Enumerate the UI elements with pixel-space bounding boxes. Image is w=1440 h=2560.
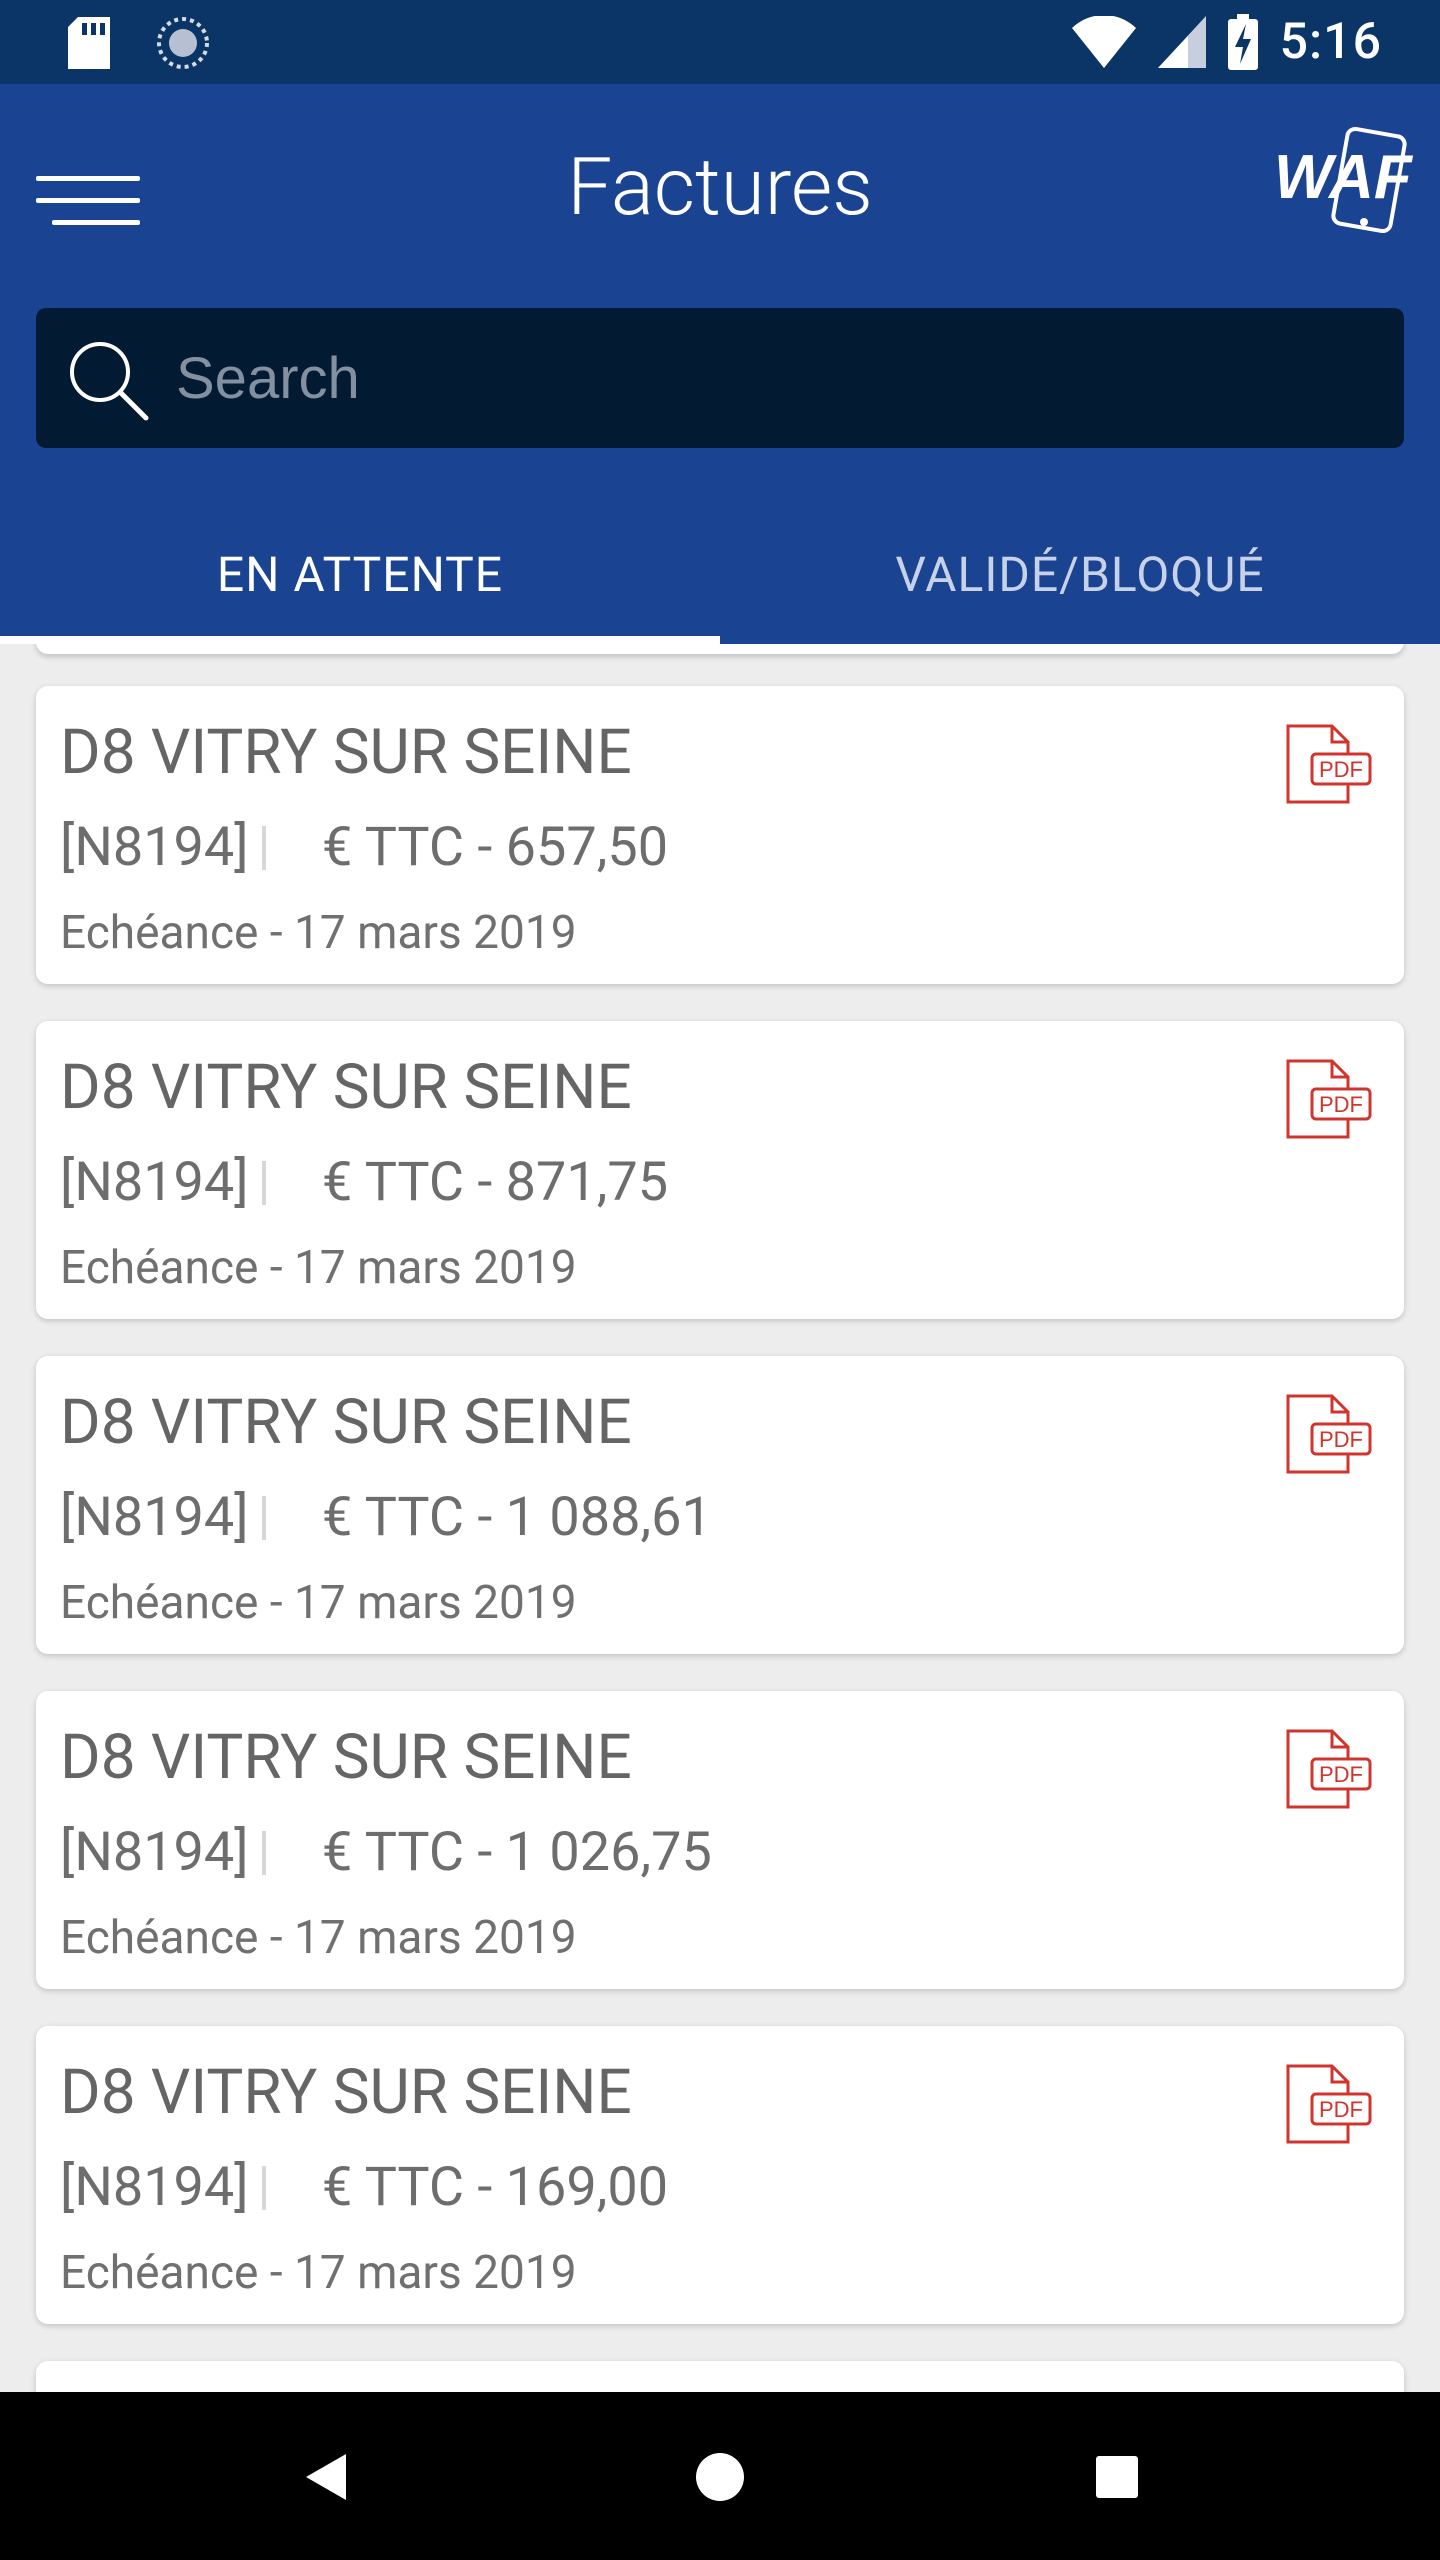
- pdf-icon[interactable]: PDF: [1284, 722, 1374, 806]
- invoice-ref: [N8194]: [60, 1151, 249, 1214]
- back-icon[interactable]: [280, 2432, 370, 2522]
- signal-icon: [1157, 16, 1206, 68]
- invoice-title: D8 VITRY SUR SEINE: [60, 716, 632, 789]
- svg-text:PDF: PDF: [1319, 1427, 1363, 1452]
- invoice-amount: € TTC - 657,50: [322, 816, 669, 879]
- invoice-amount: € TTC - 169,00: [322, 2156, 669, 2219]
- invoice-card[interactable]: D8 VITRY SUR SEINE [N8194] € TTC - 657,5…: [36, 686, 1404, 984]
- invoice-title: D8 VITRY SUR SEINE: [60, 2056, 632, 2129]
- invoice-card[interactable]: D8 VITRY SUR SEINE [N8194] € TTC - 871,7…: [36, 1021, 1404, 1319]
- invoice-due-date: Echéance - 17 mars 2019: [60, 1576, 577, 1630]
- app-bar: Factures WAF EN ATTENTE VALIDÉ/BLOQUÉ: [0, 84, 1440, 644]
- invoice-ref: [N8194]: [60, 1486, 249, 1549]
- clock: 5:16: [1279, 13, 1382, 71]
- navigation-bar: [0, 2392, 1440, 2560]
- divider: [262, 1495, 266, 1540]
- invoice-due-date: Echéance - 17 mars 2019: [60, 2246, 577, 2300]
- status-bar: 5:16: [0, 0, 1440, 84]
- tab-en-attente[interactable]: EN ATTENTE: [0, 504, 720, 644]
- pdf-icon[interactable]: PDF: [1284, 1727, 1374, 1811]
- svg-text:PDF: PDF: [1319, 1762, 1363, 1787]
- invoice-card[interactable]: D8 VITRY SUR SEINE [N8194] € TTC - 1 088…: [36, 1356, 1404, 1654]
- invoice-due-date: Echéance - 17 mars 2019: [60, 1911, 577, 1965]
- invoice-card[interactable]: [36, 2361, 1404, 2392]
- invoice-list[interactable]: D8 VITRY SUR SEINE [N8194] € TTC - 657,5…: [0, 644, 1440, 2392]
- invoice-title: D8 VITRY SUR SEINE: [60, 1051, 632, 1124]
- invoice-amount: € TTC - 1 026,75: [322, 1821, 712, 1884]
- svg-text:PDF: PDF: [1319, 1092, 1363, 1117]
- invoice-title: D8 VITRY SUR SEINE: [60, 1721, 632, 1794]
- home-icon[interactable]: [675, 2432, 765, 2522]
- wifi-icon: [1071, 16, 1136, 68]
- invoice-ref: [N8194]: [60, 816, 249, 879]
- app-logo: WAF: [1270, 124, 1420, 234]
- svg-text:PDF: PDF: [1319, 757, 1363, 782]
- search-icon: [70, 342, 149, 421]
- invoice-due-date: Echéance - 17 mars 2019: [60, 1241, 577, 1295]
- divider: [262, 2165, 266, 2210]
- pdf-icon[interactable]: PDF: [1284, 1392, 1374, 1476]
- pdf-icon[interactable]: PDF: [1284, 1057, 1374, 1141]
- divider: [262, 1160, 266, 1205]
- list-item[interactable]: [36, 644, 1404, 654]
- divider: [262, 825, 266, 870]
- tab-indicator: [0, 636, 720, 644]
- invoice-card[interactable]: D8 VITRY SUR SEINE [N8194] € TTC - 1 026…: [36, 1691, 1404, 1989]
- recents-icon[interactable]: [1072, 2432, 1162, 2522]
- invoice-amount: € TTC - 871,75: [322, 1151, 669, 1214]
- invoice-due-date: Echéance - 17 mars 2019: [60, 906, 577, 960]
- pdf-icon[interactable]: PDF: [1284, 2062, 1374, 2146]
- logo-text: WAF: [1274, 143, 1414, 212]
- svg-text:PDF: PDF: [1319, 2097, 1363, 2122]
- invoice-card[interactable]: D8 VITRY SUR SEINE [N8194] € TTC - 169,0…: [36, 2026, 1404, 2324]
- divider: [262, 1830, 266, 1875]
- waf-logo-icon: WAF: [1274, 126, 1414, 234]
- page-title: Factures: [567, 140, 873, 234]
- invoice-title: D8 VITRY SUR SEINE: [60, 1386, 632, 1459]
- search-input[interactable]: [176, 308, 1356, 448]
- sd-card-icon: [68, 17, 110, 69]
- search-bar[interactable]: [36, 308, 1404, 448]
- tab-valide-bloque[interactable]: VALIDÉ/BLOQUÉ: [720, 504, 1440, 644]
- invoice-ref: [N8194]: [60, 1821, 249, 1884]
- invoice-ref: [N8194]: [60, 2156, 249, 2219]
- tab-bar: EN ATTENTE VALIDÉ/BLOQUÉ: [0, 504, 1440, 644]
- sync-icon: [157, 17, 209, 69]
- invoice-amount: € TTC - 1 088,61: [322, 1486, 712, 1549]
- battery-charging-icon: [1227, 14, 1258, 70]
